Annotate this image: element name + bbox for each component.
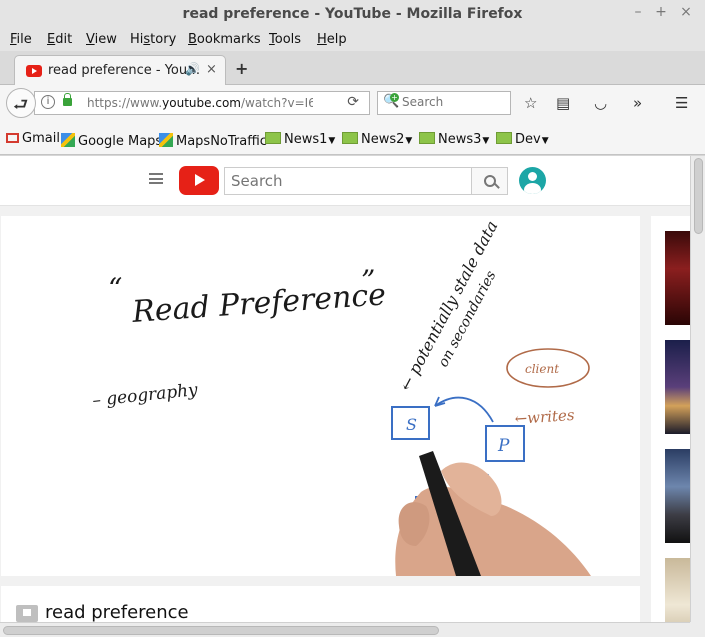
menu-bar: File Edit View History Bookmarks Tools H…	[0, 29, 705, 51]
chevron-down-icon: ▼	[482, 136, 490, 146]
presenter-hand	[395, 451, 591, 576]
node-p-label: P	[497, 436, 510, 456]
hamburger-menu-icon[interactable]: ☰	[675, 94, 688, 112]
url-bar[interactable]: i https://www.youtube.com/watch?v=I62q4 …	[34, 91, 370, 115]
tab-youtube[interactable]: read preference - You… 🔊 ×	[14, 55, 226, 86]
new-tab-icon[interactable]: +	[235, 59, 248, 78]
related-thumbnail[interactable]	[665, 340, 690, 434]
page-content: “ Read Preference ” – geography ← potent…	[0, 156, 690, 622]
menu-file[interactable]: File	[10, 32, 32, 47]
reload-icon[interactable]: ⟳	[347, 94, 359, 110]
video-badge-icon	[16, 605, 38, 622]
menu-view[interactable]: View	[86, 32, 117, 47]
whiteboard-writes: ←writes	[514, 406, 575, 428]
nav-bar: i https://www.youtube.com/watch?v=I62q4 …	[0, 85, 705, 122]
speaker-icon[interactable]: 🔊	[185, 62, 200, 76]
scrollbar-corner	[690, 622, 705, 637]
whiteboard-bullet: – geography	[91, 380, 199, 411]
youtube-search-box[interactable]	[224, 167, 472, 195]
menu-bookmarks[interactable]: Bookmarks	[188, 32, 261, 47]
youtube-logo[interactable]	[179, 166, 219, 195]
related-videos-sidebar	[651, 216, 690, 622]
lock-icon	[63, 93, 72, 106]
avatar[interactable]	[519, 167, 546, 194]
bookmark-gmail[interactable]: Gmail	[6, 131, 60, 146]
gmail-icon	[6, 133, 19, 143]
vertical-scrollbar-thumb[interactable]	[694, 158, 703, 234]
search-input[interactable]	[402, 95, 502, 109]
search-bar[interactable]: 🔍 +	[377, 91, 511, 115]
tab-title: read preference - You…	[48, 63, 201, 78]
info-icon[interactable]: i	[41, 95, 55, 109]
video-player[interactable]: “ Read Preference ” – geography ← potent…	[1, 216, 640, 576]
youtube-search-button[interactable]	[471, 167, 508, 195]
folder-icon	[419, 132, 435, 144]
window-title: read preference - YouTube - Mozilla Fire…	[182, 6, 523, 22]
tab-close-icon[interactable]: ×	[206, 62, 217, 77]
chevron-down-icon: ▼	[405, 136, 413, 146]
guide-menu-icon[interactable]	[149, 173, 163, 184]
back-button[interactable]: ⮐	[6, 88, 36, 118]
whiteboard-heading-open: “	[108, 272, 122, 305]
bookmarks-bar: Gmail Google Maps MapsNoTraffic News1▼ N…	[0, 122, 705, 155]
maps-icon	[61, 133, 75, 147]
maps-icon	[159, 133, 173, 147]
vertical-scrollbar[interactable]	[690, 156, 705, 622]
bookmark-folder-news3[interactable]: News3▼	[419, 131, 489, 147]
whiteboard-heading-close: ”	[361, 264, 375, 297]
url-text: https://www.youtube.com/watch?v=I62q4	[87, 96, 313, 110]
menu-history[interactable]: History	[130, 32, 176, 47]
whiteboard-heading: Read Preference	[130, 277, 387, 330]
youtube-favicon-icon	[26, 65, 42, 77]
bookmark-folder-dev[interactable]: Dev▼	[496, 131, 549, 147]
close-window-button[interactable]: ×	[677, 4, 695, 24]
menu-help[interactable]: Help	[317, 32, 347, 47]
window-titlebar: read preference - YouTube - Mozilla Fire…	[0, 0, 705, 29]
bookmark-google-maps[interactable]: Google Maps	[61, 131, 162, 149]
whiteboard-client: client	[525, 362, 559, 376]
bookmark-mapsnotraffic[interactable]: MapsNoTraffic	[159, 131, 267, 149]
video-info-card: read preference	[1, 586, 640, 622]
youtube-masthead	[0, 156, 690, 206]
node-s1-label: S	[406, 415, 417, 434]
chevron-down-icon: ▼	[541, 136, 549, 146]
bookmark-star-icon[interactable]: ☆	[524, 94, 537, 112]
related-thumbnail[interactable]	[665, 231, 690, 325]
video-title: read preference	[45, 602, 189, 622]
reading-list-icon[interactable]: ▤	[556, 94, 570, 112]
horizontal-scrollbar-thumb[interactable]	[3, 626, 439, 635]
horizontal-scrollbar[interactable]	[0, 622, 690, 637]
bookmark-folder-news1[interactable]: News1▼	[265, 131, 335, 147]
back-arrow-icon: ⮐	[13, 95, 29, 115]
folder-icon	[342, 132, 358, 144]
overflow-chevron-icon[interactable]: »	[633, 94, 642, 112]
pocket-icon[interactable]: ◡	[594, 94, 607, 112]
related-thumbnail[interactable]	[665, 449, 690, 543]
maximize-button[interactable]: +	[652, 4, 670, 24]
chevron-down-icon: ▼	[328, 136, 336, 146]
menu-tools[interactable]: Tools	[269, 32, 301, 47]
folder-icon	[265, 132, 281, 144]
whiteboard-frame: “ Read Preference ” – geography ← potent…	[91, 218, 591, 576]
add-search-engine-icon: +	[390, 93, 399, 102]
related-thumbnail[interactable]	[665, 558, 690, 622]
folder-icon	[496, 132, 512, 144]
tab-strip: read preference - You… 🔊 × +	[0, 51, 705, 86]
replication-arrow-1	[434, 396, 494, 423]
menu-edit[interactable]: Edit	[47, 32, 72, 47]
minimize-button[interactable]: –	[629, 4, 647, 24]
bookmark-folder-news2[interactable]: News2▼	[342, 131, 412, 147]
youtube-search-input[interactable]	[231, 172, 461, 190]
